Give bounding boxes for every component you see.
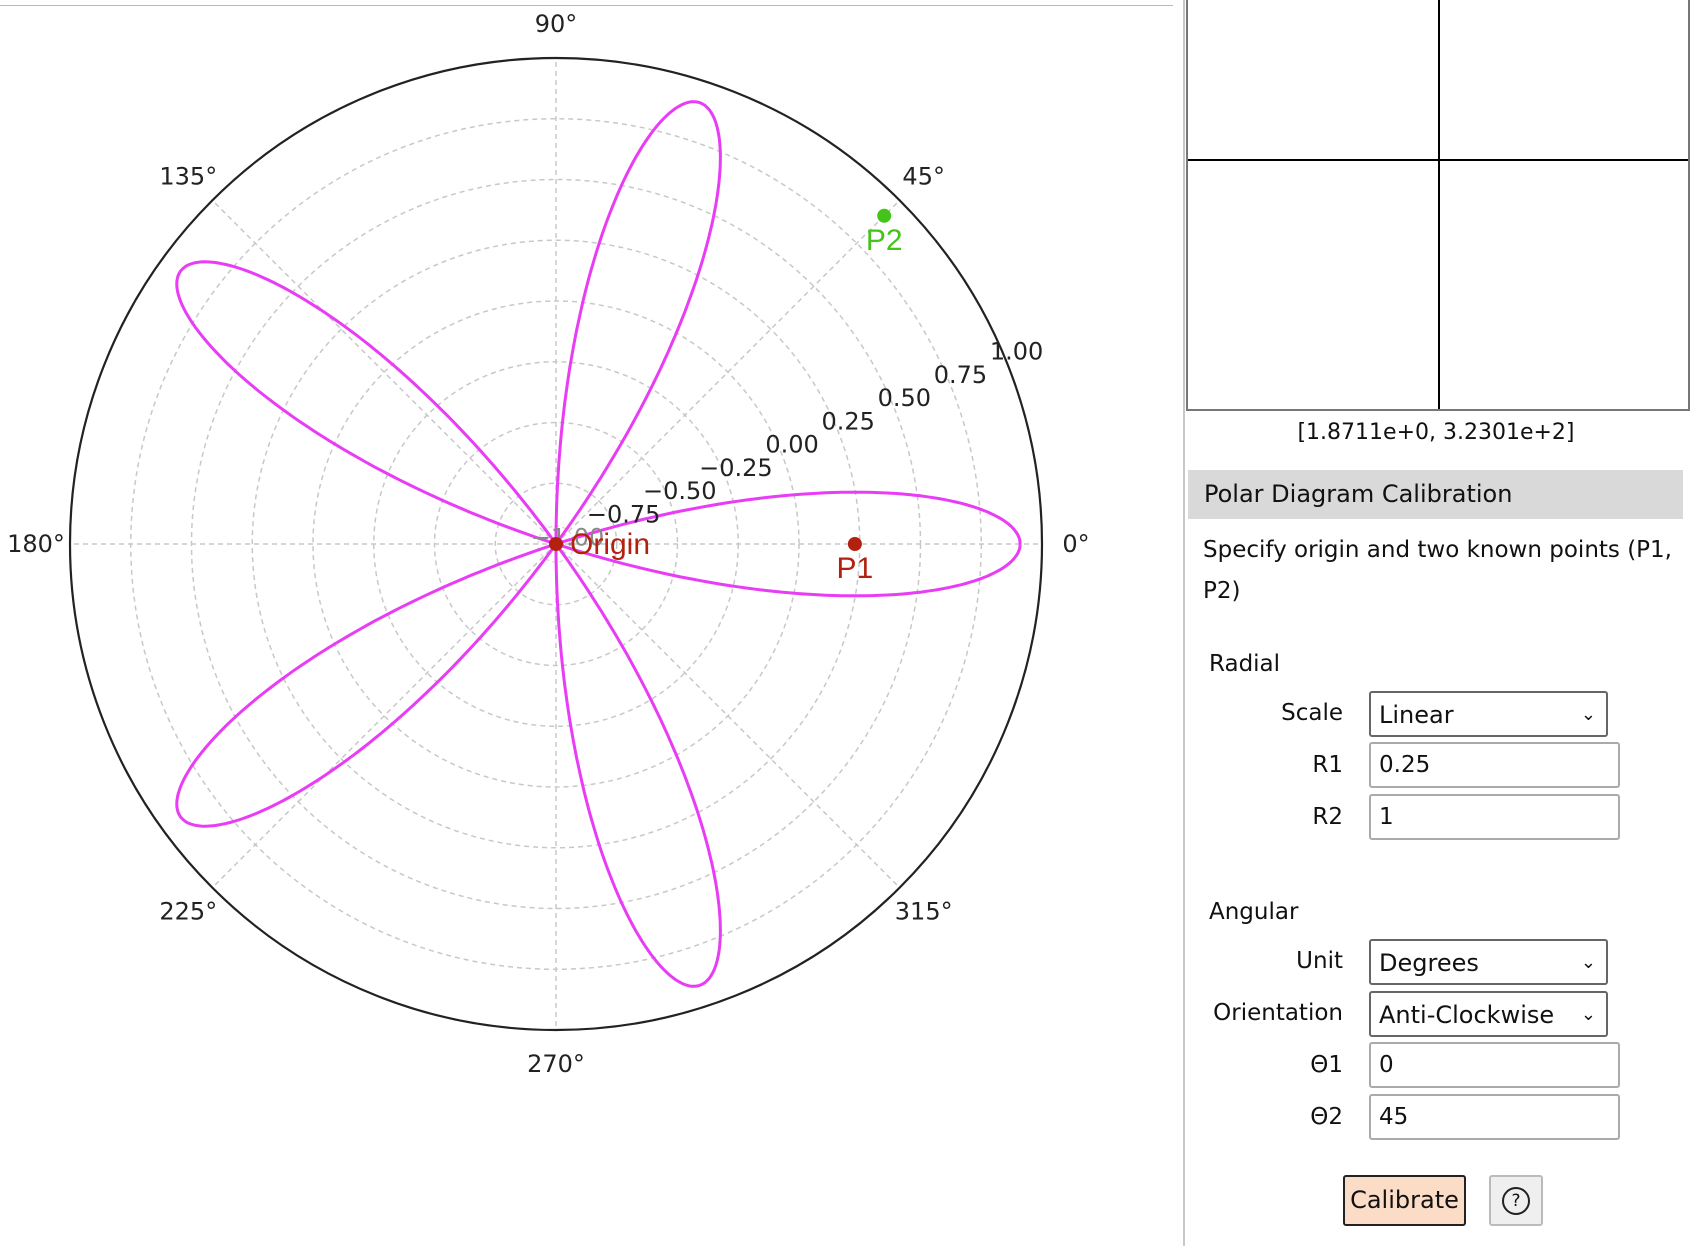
- scale-label: Scale: [1281, 700, 1343, 726]
- chevron-down-icon: ⌄: [1580, 704, 1596, 725]
- orientation-label: Orientation: [1213, 1000, 1343, 1026]
- r-tick-label: 0.25: [821, 407, 874, 435]
- help-button[interactable]: ?: [1489, 1175, 1543, 1226]
- crosshair-vertical: [1438, 0, 1440, 409]
- scale-select[interactable]: Linear ⌄: [1369, 691, 1608, 737]
- theta-tick-label: 270°: [527, 1050, 585, 1078]
- theta-tick-label: 90°: [535, 10, 578, 38]
- panel-divider[interactable]: [1183, 0, 1185, 1246]
- theta-tick-label: 315°: [895, 898, 953, 926]
- scale-value: Linear: [1379, 701, 1454, 729]
- r-tick-label: −0.25: [699, 454, 773, 482]
- theta-tick-label: 0°: [1062, 530, 1089, 558]
- magnifier-preview: [1186, 0, 1690, 411]
- unit-select[interactable]: Degrees ⌄: [1369, 939, 1608, 985]
- theta-tick-label: 135°: [159, 162, 217, 190]
- theta-tick-label: 225°: [159, 898, 217, 926]
- r-tick-label: 0.00: [765, 431, 818, 459]
- cursor-coordinate: [1.8711e+0, 3.2301e+2]: [1297, 420, 1575, 445]
- theta2-label: Θ2: [1310, 1104, 1343, 1130]
- grid-spoke: [211, 199, 557, 545]
- theta-tick-label: 45°: [902, 162, 945, 190]
- theta2-input[interactable]: [1369, 1094, 1620, 1140]
- r2-input[interactable]: [1369, 794, 1620, 840]
- marker-origin[interactable]: [549, 537, 563, 551]
- marker-label: P1: [837, 552, 874, 585]
- marker-p2[interactable]: [877, 208, 892, 223]
- theta1-input[interactable]: [1369, 1042, 1620, 1088]
- panel-title: Polar Diagram Calibration: [1188, 470, 1683, 519]
- angular-heading: Angular: [1209, 899, 1299, 925]
- marker-label: P2: [866, 224, 903, 257]
- marker-label: Origin: [570, 528, 650, 561]
- calibrate-button[interactable]: Calibrate: [1343, 1175, 1466, 1226]
- orientation-value: Anti-Clockwise: [1379, 1001, 1555, 1029]
- chevron-down-icon: ⌄: [1580, 952, 1596, 973]
- r2-label: R2: [1312, 804, 1343, 830]
- radial-heading: Radial: [1209, 651, 1281, 677]
- r-tick-label: 1.00: [990, 338, 1043, 366]
- r1-label: R1: [1312, 752, 1343, 778]
- theta1-label: Θ1: [1310, 1052, 1343, 1078]
- r-tick-label: 0.75: [934, 361, 987, 389]
- marker-p1[interactable]: [847, 537, 862, 551]
- crosshair-horizontal: [1188, 159, 1688, 161]
- theta-tick-label: 180°: [7, 530, 65, 558]
- grid-spoke: [211, 543, 557, 889]
- r-tick-label: 0.50: [878, 384, 931, 412]
- chevron-down-icon: ⌄: [1580, 1004, 1596, 1025]
- help-icon: ?: [1502, 1187, 1530, 1215]
- orientation-select[interactable]: Anti-Clockwise ⌄: [1369, 991, 1608, 1037]
- r1-input[interactable]: [1369, 742, 1620, 788]
- unit-label: Unit: [1296, 948, 1343, 974]
- panel-description: Specify origin and two known points (P1,…: [1203, 537, 1672, 604]
- polar-plot[interactable]: 0°45°90°135°180°225°270°315°−1.00−0.75−0…: [0, 0, 1180, 1246]
- unit-value: Degrees: [1379, 949, 1479, 977]
